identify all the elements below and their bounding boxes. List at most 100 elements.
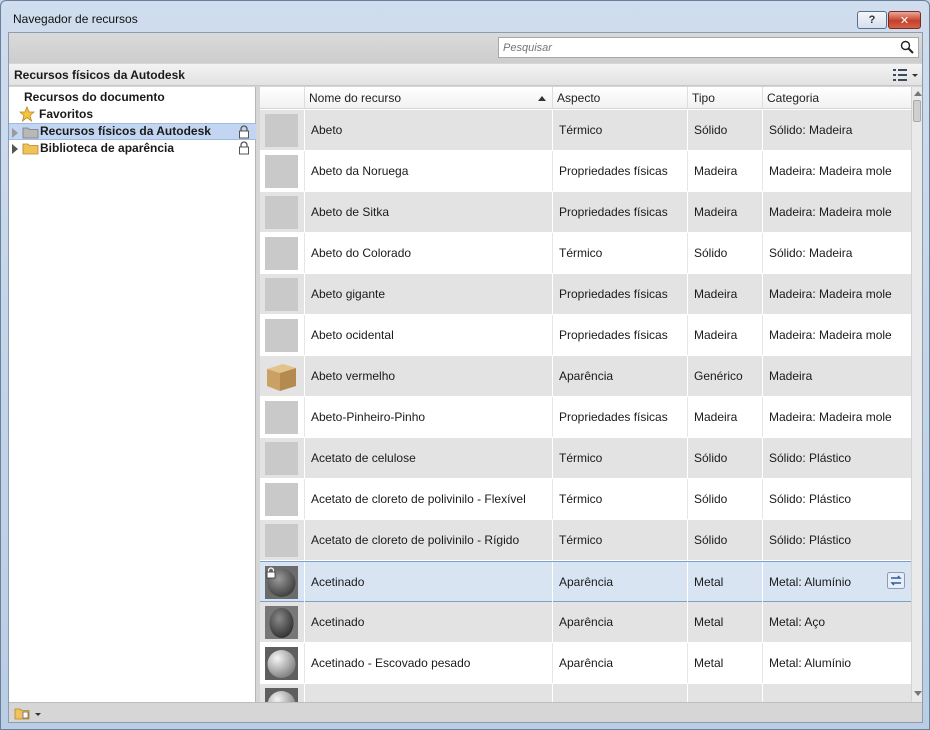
column-header-aspect[interactable]: Aspecto xyxy=(552,87,687,109)
asset-type-cell: Metal xyxy=(687,643,762,683)
table-row[interactable]: Abeto gigante Propriedades físicas Madeira… xyxy=(260,274,911,315)
asset-browser-window: Navegador de recursos ? ✕ Recursos físic… xyxy=(0,0,930,730)
asset-category-cell: Metal: Aço xyxy=(762,602,911,642)
folder-icon xyxy=(22,126,39,139)
asset-aspect-cell: Térmico xyxy=(552,479,687,519)
sort-ascending-icon xyxy=(538,96,546,101)
asset-thumbnail[interactable] xyxy=(265,483,298,516)
table-row[interactable]: Abeto da Noruega Propriedades físicas Made… xyxy=(260,151,911,192)
table-row[interactable]: Acetinado - Escovado pesado Aparência Meta… xyxy=(260,643,911,684)
asset-aspect-cell: Propriedades físicas xyxy=(552,274,687,314)
tree-item-document-resources[interactable]: Recursos do documento xyxy=(9,89,256,106)
asset-thumbnail[interactable] xyxy=(265,401,298,434)
asset-category-cell: Madeira: Madeira mole xyxy=(762,192,911,232)
scroll-down-icon[interactable] xyxy=(914,691,922,696)
asset-name-cell: Acetinado - Escovado pesado xyxy=(304,643,552,683)
asset-type-cell: Madeira xyxy=(687,274,762,314)
column-header-row: Nome do recurso Aspecto Tipo Categoria xyxy=(260,87,911,109)
table-row[interactable]: Acetato de cloreto de polivinilo - Rígid… xyxy=(260,520,911,561)
column-header-category[interactable]: Categoria xyxy=(762,87,911,109)
asset-type-cell: Sólido xyxy=(687,110,762,150)
table-row[interactable] xyxy=(260,684,911,702)
asset-aspect-cell xyxy=(552,684,687,702)
scroll-up-icon[interactable] xyxy=(914,91,922,96)
column-header-thumbnail[interactable] xyxy=(260,87,304,109)
asset-list: Nome do recurso Aspecto Tipo Categoria A… xyxy=(260,87,922,702)
asset-thumbnail[interactable] xyxy=(265,524,298,557)
table-row[interactable]: Abeto do Colorado Térmico Sólido Sólido: Ma… xyxy=(260,233,911,274)
table-row[interactable]: Abeto vermelho Aparência Genérico Madeira xyxy=(260,356,911,397)
table-row[interactable]: Abeto ocidental Propriedades físicas Madei… xyxy=(260,315,911,356)
asset-type-cell xyxy=(687,684,762,702)
table-row[interactable]: Acetinado Aparência Metal Metal: Alumínio xyxy=(260,561,911,602)
tree-item-appearance-library[interactable]: Biblioteca de aparência xyxy=(9,140,256,157)
help-button[interactable]: ? xyxy=(857,11,887,29)
expand-arrow-icon[interactable] xyxy=(12,144,18,154)
search-box[interactable] xyxy=(498,37,919,58)
search-input[interactable] xyxy=(499,38,889,57)
tree-item-favorites[interactable]: Favoritos xyxy=(9,105,256,123)
asset-name-cell: Abeto xyxy=(304,110,552,150)
magnifier-icon[interactable] xyxy=(900,40,914,54)
swap-arrows-icon[interactable] xyxy=(887,572,905,589)
asset-thumbnail[interactable] xyxy=(265,155,298,188)
tree-item-autodesk-physical[interactable]: Recursos físicos da Autodesk xyxy=(9,123,256,140)
column-header-type[interactable]: Tipo xyxy=(687,87,762,109)
asset-aspect-cell: Térmico xyxy=(552,438,687,478)
asset-category-cell: Madeira: Madeira mole xyxy=(762,315,911,355)
asset-category-cell: Sólido: Plástico xyxy=(762,438,911,478)
tree-item-label: Biblioteca de aparência xyxy=(40,141,175,155)
asset-category-cell: Sólido: Madeira xyxy=(762,110,911,150)
asset-aspect-cell: Propriedades físicas xyxy=(552,192,687,232)
table-row[interactable]: Acetato de celulose Térmico Sólido Sólido: … xyxy=(260,438,911,479)
asset-name-cell: Abeto gigante xyxy=(304,274,552,314)
asset-thumbnail[interactable] xyxy=(265,360,298,393)
asset-thumbnail[interactable] xyxy=(265,647,298,680)
title-bar[interactable]: Navegador de recursos ? ✕ xyxy=(1,1,929,35)
asset-thumbnail[interactable] xyxy=(265,319,298,352)
table-row[interactable]: Abeto Térmico Sólido Sólido: Madeira xyxy=(260,110,911,151)
window-title: Navegador de recursos xyxy=(13,12,138,26)
asset-thumbnail[interactable] xyxy=(265,442,298,475)
asset-name-cell: Acetinado xyxy=(304,602,552,642)
asset-type-cell: Madeira xyxy=(687,315,762,355)
asset-aspect-cell: Térmico xyxy=(552,233,687,273)
bottom-toolbar xyxy=(9,702,922,722)
table-row[interactable]: Abeto de Sitka Propriedades físicas Madeir… xyxy=(260,192,911,233)
asset-type-cell: Madeira xyxy=(687,397,762,437)
vertical-scrollbar[interactable] xyxy=(911,87,922,702)
asset-aspect-cell: Térmico xyxy=(552,520,687,560)
asset-thumbnail[interactable] xyxy=(265,606,298,639)
asset-thumbnail[interactable] xyxy=(265,278,298,311)
column-header-name[interactable]: Nome do recurso xyxy=(304,87,552,109)
asset-category-cell: Madeira: Madeira mole xyxy=(762,151,911,191)
asset-name-cell: Abeto ocidental xyxy=(304,315,552,355)
asset-aspect-cell: Aparência xyxy=(552,356,687,396)
padlock-icon xyxy=(238,125,250,139)
table-row[interactable]: Abeto-Pinheiro-Pinho Propriedades físicas… xyxy=(260,397,911,438)
asset-type-cell: Genérico xyxy=(687,356,762,396)
client-area: Recursos físicos da Autodesk Recursos do… xyxy=(8,32,923,723)
asset-thumbnail[interactable] xyxy=(265,196,298,229)
asset-category-cell: Sólido: Plástico xyxy=(762,520,911,560)
asset-category-cell: Madeira: Madeira mole xyxy=(762,397,911,437)
asset-thumbnail[interactable] xyxy=(265,114,298,147)
table-row[interactable]: Acetinado Aparência Metal Metal: Aço xyxy=(260,602,911,643)
asset-name-cell xyxy=(304,684,552,702)
manage-library-button[interactable] xyxy=(13,705,43,721)
scrollbar-thumb[interactable] xyxy=(913,100,921,122)
expand-arrow-icon[interactable] xyxy=(12,128,18,138)
asset-type-cell: Sólido xyxy=(687,438,762,478)
table-row[interactable]: Acetato de cloreto de polivinilo - Flexí… xyxy=(260,479,911,520)
view-options-button[interactable] xyxy=(891,67,921,83)
close-button[interactable]: ✕ xyxy=(888,11,921,29)
search-strip xyxy=(9,33,922,63)
asset-thumbnail[interactable] xyxy=(265,237,298,270)
tree-item-label: Recursos físicos da Autodesk xyxy=(40,124,211,138)
asset-thumbnail[interactable] xyxy=(265,688,298,702)
asset-category-cell: Madeira xyxy=(762,356,911,396)
asset-category-cell: Sólido: Madeira xyxy=(762,233,911,273)
asset-name-cell: Abeto vermelho xyxy=(304,356,552,396)
asset-type-cell: Sólido xyxy=(687,233,762,273)
asset-aspect-cell: Térmico xyxy=(552,110,687,150)
